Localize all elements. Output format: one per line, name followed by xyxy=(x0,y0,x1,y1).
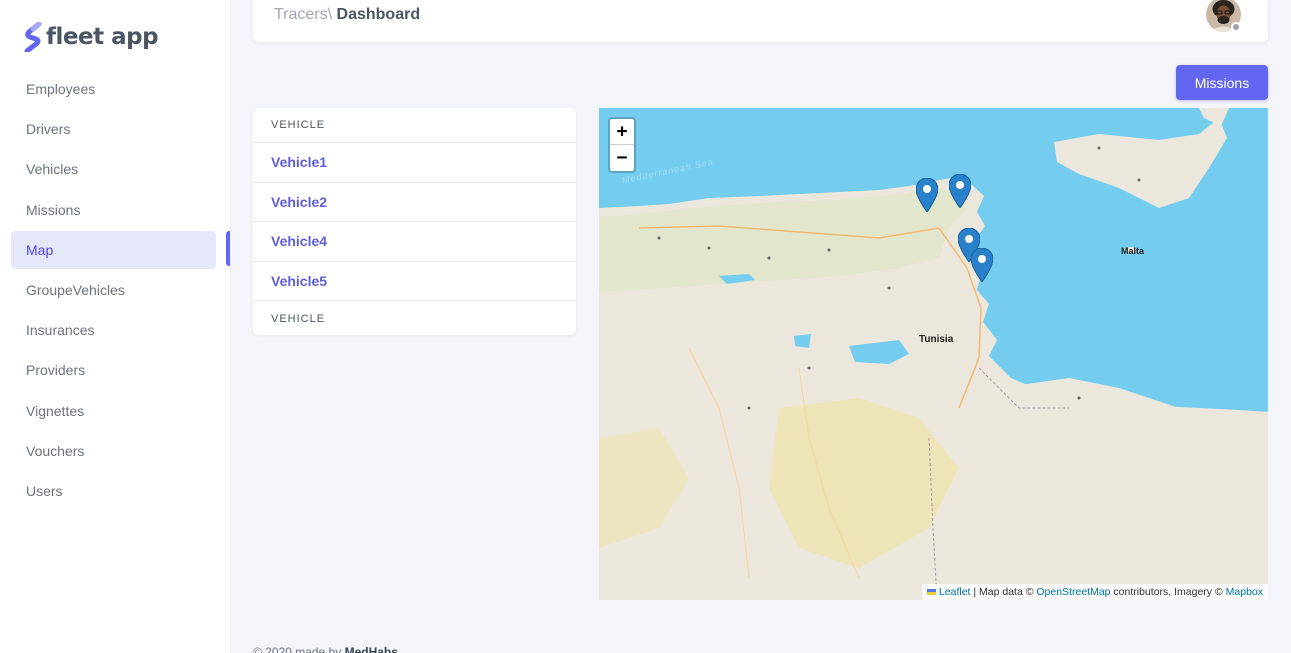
mapbox-link[interactable]: Mapbox xyxy=(1226,586,1263,598)
vehicle-link-2[interactable]: Vehicle2 xyxy=(271,194,327,210)
footer: © 2020 made by MedHabs xyxy=(253,645,398,653)
brand[interactable]: fleet app xyxy=(24,21,159,54)
sidebar-item-employees[interactable]: Employees xyxy=(11,70,216,108)
country-label-tunisia: Tunisia xyxy=(919,334,954,345)
vehicle-table: VEHICLE Vehicle1 Vehicle2 Vehicle4 Vehic… xyxy=(253,108,576,335)
osm-link[interactable]: OpenStreetMap xyxy=(1036,586,1110,598)
active-nav-indicator xyxy=(226,231,230,266)
table-row: Vehicle1 xyxy=(253,143,576,183)
footer-author[interactable]: MedHabs xyxy=(345,645,398,653)
sidebar-item-missions[interactable]: Missions xyxy=(11,191,216,229)
table-row: Vehicle5 xyxy=(253,262,576,301)
vehicle-marker-2[interactable] xyxy=(949,174,971,208)
sidebar-item-vehicles[interactable]: Vehicles xyxy=(11,150,216,188)
table-row: Vehicle2 xyxy=(253,183,576,222)
footer-text: © 2020 made by xyxy=(253,645,345,653)
vehicle-marker-1[interactable] xyxy=(916,178,938,212)
vehicle-table-header: VEHICLE xyxy=(253,108,576,143)
attribution-text-1: | Map data © xyxy=(970,586,1037,598)
avatar[interactable] xyxy=(1206,0,1241,32)
sidebar-item-drivers[interactable]: Drivers xyxy=(11,110,216,148)
vehicle-link-1[interactable]: Vehicle1 xyxy=(271,154,327,170)
sidebar-item-map[interactable]: Map xyxy=(11,230,216,269)
brand-s-logo-icon xyxy=(24,21,44,54)
missions-button[interactable]: Missions xyxy=(1176,65,1268,100)
zoom-out-button[interactable]: − xyxy=(610,145,634,171)
zoom-in-button[interactable]: + xyxy=(610,119,634,145)
breadcrumb-current: Dashboard xyxy=(336,6,421,23)
place-label-malta: Malta xyxy=(1121,246,1145,256)
breadcrumb-root[interactable]: Tracers\ xyxy=(274,6,332,23)
leaflet-link[interactable]: Leaflet xyxy=(939,586,971,598)
zoom-control: + − xyxy=(608,117,636,173)
table-row: Vehicle4 xyxy=(253,222,576,262)
vehicle-link-5[interactable]: Vehicle5 xyxy=(271,273,327,289)
vehicle-table-footer: VEHICLE xyxy=(271,312,326,325)
sidebar-nav: Employees Drivers Vehicles Missions Map … xyxy=(11,70,216,512)
sidebar-item-insurances[interactable]: Insurances xyxy=(11,311,216,349)
status-dot xyxy=(1231,22,1241,32)
top-header: Tracers\ Dashboard xyxy=(253,0,1268,42)
map-marker-icon xyxy=(949,174,971,208)
brand-name: fleet app xyxy=(46,24,159,50)
sidebar: fleet app Employees Drivers Vehicles Mis… xyxy=(0,0,231,653)
sidebar-item-users[interactable]: Users xyxy=(11,472,216,510)
flag-icon xyxy=(926,589,936,596)
map-marker-icon xyxy=(916,178,938,212)
sidebar-item-groupevehicles[interactable]: GroupeVehicles xyxy=(11,271,216,309)
sidebar-item-providers[interactable]: Providers xyxy=(11,351,216,389)
map-attribution: Leaflet | Map data © OpenStreetMap contr… xyxy=(921,584,1268,600)
sidebar-item-vignettes[interactable]: Vignettes xyxy=(11,392,216,430)
map-container[interactable]: Mediterranean Sea Tunisia Malta + − Leaf… xyxy=(599,108,1268,600)
vehicle-link-4[interactable]: Vehicle4 xyxy=(271,233,327,249)
attribution-text-2: contributors, Imagery © xyxy=(1110,586,1226,598)
vehicle-marker-5[interactable] xyxy=(971,248,993,282)
breadcrumb: Tracers\ Dashboard xyxy=(274,6,420,24)
sidebar-item-vouchers[interactable]: Vouchers xyxy=(11,432,216,470)
map-marker-icon xyxy=(971,248,993,282)
